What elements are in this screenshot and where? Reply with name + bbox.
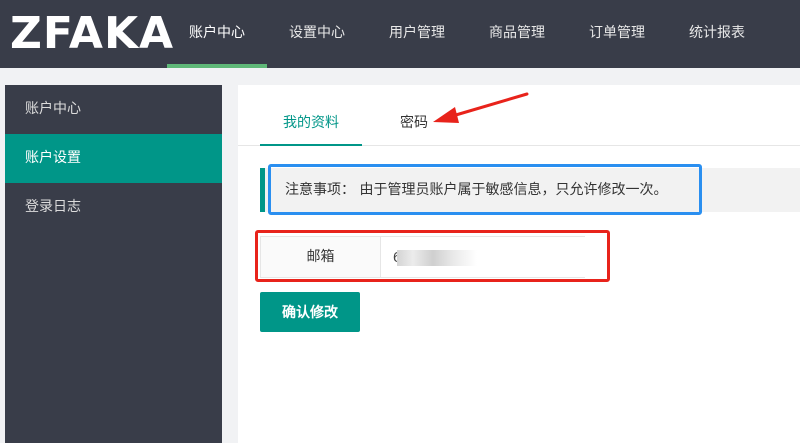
- nav-item-statistics-report[interactable]: 统计报表: [667, 0, 767, 68]
- nav-item-product-management[interactable]: 商品管理: [467, 0, 567, 68]
- annotation-highlight-email: [255, 230, 610, 282]
- app-logo[interactable]: ZFAKA: [10, 3, 174, 65]
- confirm-button[interactable]: 确认修改: [260, 292, 360, 332]
- tab-password[interactable]: 密码: [388, 113, 440, 145]
- main-nav: 账户中心 设置中心 用户管理 商品管理 订单管理 统计报表: [167, 0, 767, 68]
- tab-bar: 我的资料 密码: [238, 85, 800, 146]
- sidebar-item-account-settings[interactable]: 账户设置: [5, 134, 222, 183]
- nav-item-user-management[interactable]: 用户管理: [367, 0, 467, 68]
- sidebar-item-login-log[interactable]: 登录日志: [5, 183, 222, 232]
- tab-my-profile[interactable]: 我的资料: [260, 113, 362, 146]
- annotation-highlight-notice: [268, 164, 702, 215]
- nav-item-settings-center[interactable]: 设置中心: [267, 0, 367, 68]
- top-navbar: ZFAKA 账户中心 设置中心 用户管理 商品管理 订单管理 统计报表: [0, 0, 800, 68]
- nav-item-account-center[interactable]: 账户中心: [167, 0, 267, 68]
- sidebar-item-account-center[interactable]: 账户中心: [5, 85, 222, 134]
- sidebar: 账户中心 账户设置 登录日志: [5, 85, 222, 443]
- nav-item-order-management[interactable]: 订单管理: [567, 0, 667, 68]
